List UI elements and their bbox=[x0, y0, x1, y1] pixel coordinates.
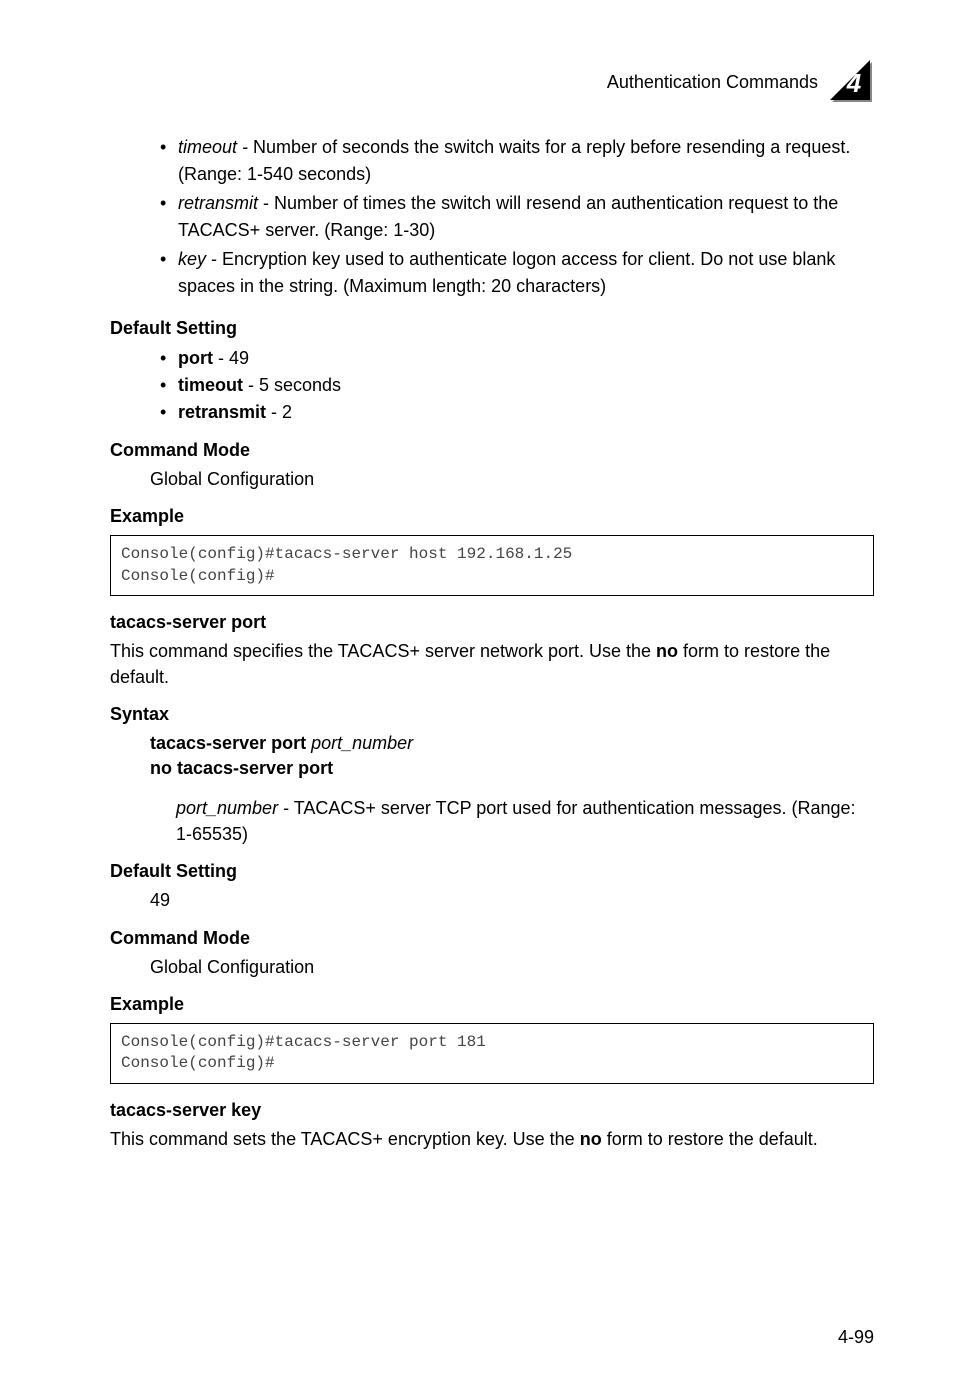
command-mode-text: Global Configuration bbox=[150, 467, 874, 492]
syntax-line: no tacacs-server port bbox=[150, 756, 874, 781]
default-setting-list: port - 49 timeout - 5 seconds retransmit… bbox=[160, 345, 874, 426]
code-line: Console(config)#tacacs-server port 181 bbox=[121, 1032, 863, 1054]
page-header: Authentication Commands 4 bbox=[110, 60, 874, 104]
list-item: key - Encryption key used to authenticat… bbox=[160, 246, 874, 300]
section-title-3: tacacs-server key bbox=[110, 1100, 874, 1121]
code-example-1: Console(config)#tacacs-server host 192.1… bbox=[110, 535, 874, 596]
syntax-line: tacacs-server port port_number bbox=[150, 731, 874, 756]
page-number: 4-99 bbox=[838, 1327, 874, 1348]
list-item: port - 49 bbox=[160, 345, 874, 372]
svg-text:4: 4 bbox=[846, 68, 862, 98]
list-item: retransmit - Number of times the switch … bbox=[160, 190, 874, 244]
section-title: tacacs-server port bbox=[110, 612, 874, 633]
section-description: This command specifies the TACACS+ serve… bbox=[110, 639, 874, 689]
list-item: timeout - Number of seconds the switch w… bbox=[160, 134, 874, 188]
command-mode-text-2: Global Configuration bbox=[150, 955, 874, 980]
list-item: retransmit - 2 bbox=[160, 399, 874, 426]
list-item: timeout - 5 seconds bbox=[160, 372, 874, 399]
default-setting-heading-2: Default Setting bbox=[110, 861, 874, 882]
code-line: Console(config)#tacacs-server host 192.1… bbox=[121, 544, 863, 566]
top-parameters-list: timeout - Number of seconds the switch w… bbox=[160, 134, 874, 300]
code-example-2: Console(config)#tacacs-server port 181 C… bbox=[110, 1023, 874, 1084]
syntax-block: tacacs-server port port_number no tacacs… bbox=[150, 731, 874, 781]
default-setting-value: 49 bbox=[150, 888, 874, 913]
example-heading-2: Example bbox=[110, 994, 874, 1015]
example-heading: Example bbox=[110, 506, 874, 527]
syntax-heading: Syntax bbox=[110, 704, 874, 725]
code-line: Console(config)# bbox=[121, 1053, 863, 1075]
command-mode-heading: Command Mode bbox=[110, 440, 874, 461]
header-title: Authentication Commands bbox=[607, 72, 818, 93]
syntax-parameter-desc: port_number - TACACS+ server TCP port us… bbox=[176, 795, 874, 847]
section-description-3: This command sets the TACACS+ encryption… bbox=[110, 1127, 874, 1152]
code-line: Console(config)# bbox=[121, 566, 863, 588]
default-setting-heading: Default Setting bbox=[110, 318, 874, 339]
chapter-badge-icon: 4 bbox=[830, 60, 874, 104]
command-mode-heading-2: Command Mode bbox=[110, 928, 874, 949]
